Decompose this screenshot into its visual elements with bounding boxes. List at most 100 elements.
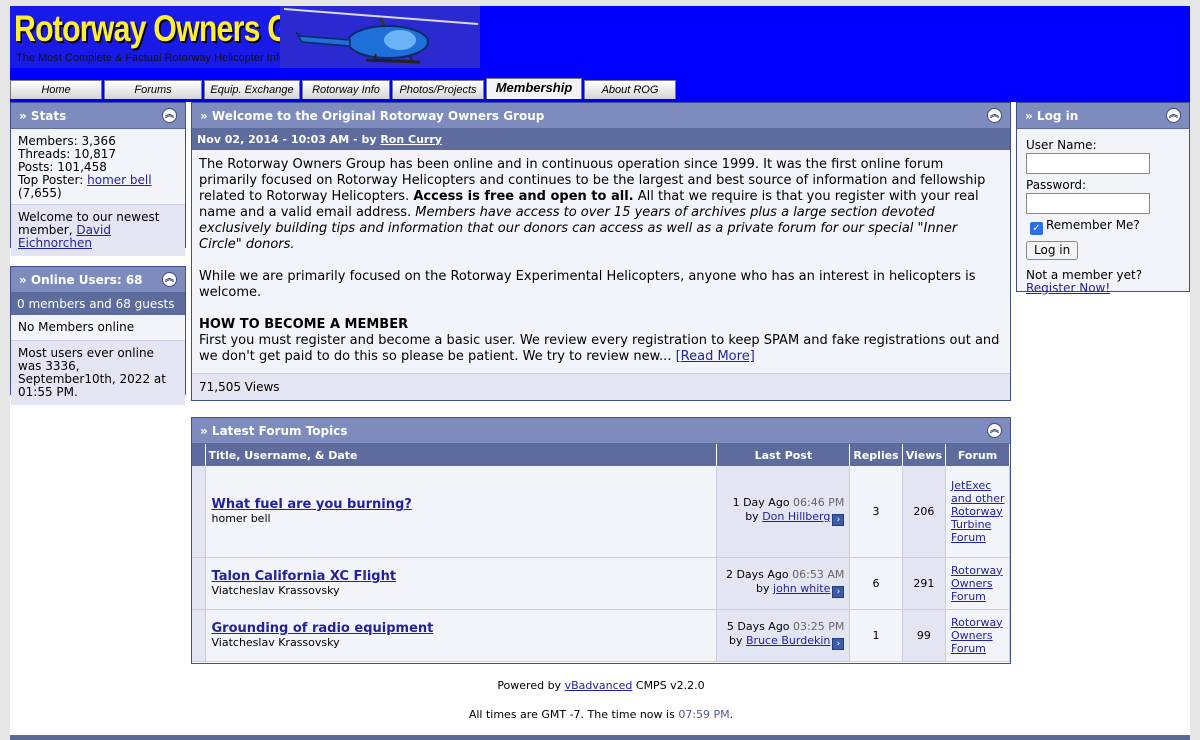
register-link[interactable]: Register Now! (1026, 281, 1110, 295)
forum-link[interactable]: Rotorway Owners Forum (951, 564, 1003, 603)
views-cell: 291 (902, 557, 947, 610)
replies-cell: 6 (849, 557, 903, 610)
time-notice: All times are GMT -7. The time now is 07… (191, 708, 1011, 721)
online-members-list: No Members online (11, 315, 185, 340)
window-frame-left (0, 0, 10, 740)
newest-member: Welcome to our newest member, David Eich… (11, 204, 185, 256)
vbadvanced-link[interactable]: vBadvanced (565, 679, 633, 692)
online-summary: 0 members and 68 guests (11, 293, 185, 315)
forum-cell: Rotorway Owners Forum (945, 609, 1010, 662)
topic-author: Viatcheslav Krassovsky (211, 636, 340, 649)
current-time: 07:59 PM (678, 708, 730, 721)
article-author-link[interactable]: Ron Curry (380, 133, 442, 146)
site-banner[interactable]: Rotorway Owners Group The Most Complete … (10, 6, 480, 68)
go-to-last-post-icon[interactable]: › (832, 586, 845, 598)
nav-tab-about-rog[interactable]: About ROG (584, 80, 676, 99)
header-views[interactable]: Views (902, 444, 947, 466)
helicopter-image (280, 6, 480, 68)
last-post-user-link[interactable]: john white (773, 582, 830, 595)
topic-author: homer bell (211, 512, 271, 526)
nav-tab-membership[interactable]: Membership (486, 78, 582, 99)
latest-topics-block: » Latest Forum Topics ︽ Title, Username,… (191, 417, 1011, 664)
topic-cell: Grounding of radio equipment Viatcheslav… (205, 609, 718, 662)
last-post-by: by (745, 510, 763, 524)
collapse-icon[interactable]: ︽ (987, 423, 1002, 438)
topic-title-link[interactable]: Grounding of radio equipment (212, 621, 434, 636)
main-nav: Home Forums Equip. Exchange Rotorway Inf… (10, 78, 678, 102)
nav-tab-home[interactable]: Home (10, 80, 102, 99)
stats-title: » Stats (19, 109, 67, 123)
header-replies[interactable]: Replies (849, 444, 903, 466)
timezone-text: All times are GMT -7. The time now is (468, 708, 679, 721)
header-last-post[interactable]: Last Post (716, 444, 851, 466)
topic-author: Viatcheslav Krassovsky (211, 584, 340, 597)
table-row: Grounding of radio equipment Viatcheslav… (192, 609, 1010, 662)
last-post-time: 06:53 AM (792, 568, 845, 581)
article-body: The Rotorway Owners Group has been onlin… (192, 150, 1010, 365)
online-record: Most users ever online was 3336, Septemb… (11, 340, 185, 405)
forum-link[interactable]: Rotorway Owners Forum (951, 616, 1003, 655)
top-poster-count: (7,655) (18, 186, 62, 200)
powered-by-text: Powered by (497, 679, 565, 692)
username-field[interactable] (1026, 153, 1150, 174)
last-post-day: 5 Days Ago (726, 620, 790, 633)
article-meta: Nov 02, 2014 - 10:03 AM - by Ron Curry (192, 129, 1010, 150)
login-form: User Name: Password: ✓ Remember Me? Log i… (1017, 129, 1189, 305)
collapse-icon[interactable]: ︽ (987, 108, 1002, 123)
views-cell: 99 (902, 609, 947, 662)
header-icon-col (192, 444, 206, 466)
collapse-icon[interactable]: ︽ (162, 272, 177, 287)
topic-title-link[interactable]: Talon California XC Flight (212, 569, 397, 584)
nav-tab-equip-exchange[interactable]: Equip. Exchange (204, 80, 300, 99)
collapse-icon[interactable]: ︽ (162, 108, 177, 123)
topic-title-link[interactable]: What fuel are you burning? (212, 497, 412, 512)
article-title: » Welcome to the Original Rotorway Owner… (200, 109, 545, 123)
article-text: First you must register and become a bas… (199, 333, 1000, 364)
powered-by-version: CMPS v2.2.0 (632, 679, 705, 692)
password-field[interactable] (1026, 193, 1150, 214)
go-to-last-post-icon[interactable]: › (832, 514, 845, 527)
online-users-header: » Online Users: 68 ︽ (11, 267, 185, 293)
last-post-by: by (756, 582, 774, 595)
topics-table-header: Title, Username, & Date Last Post Replie… (192, 444, 1010, 466)
login-title: » Log in (1025, 109, 1079, 123)
last-post-user-link[interactable]: Don Hillberg (762, 510, 830, 523)
go-to-last-post-icon[interactable]: › (832, 638, 845, 650)
last-post-cell: 2 Days Ago 06:53 AM by john white › (716, 557, 851, 610)
read-more-link[interactable]: [Read More] (676, 349, 755, 364)
article-views: 71,505 Views (192, 373, 1010, 400)
header-forum[interactable]: Forum (945, 444, 1010, 466)
top-poster-link[interactable]: homer bell (87, 173, 151, 187)
article-bold-text: Access is free and open to all. (413, 189, 634, 204)
last-post-day: 1 Day Ago (732, 496, 790, 510)
thread-status-icon (192, 557, 206, 610)
remember-me-checkbox[interactable]: ✓ (1030, 222, 1043, 235)
last-post-user-link[interactable]: Bruce Burdekin (746, 634, 830, 647)
last-post-day: 2 Days Ago (725, 568, 789, 581)
topic-cell: Talon California XC Flight Viatcheslav K… (205, 557, 718, 610)
login-block: » Log in ︽ User Name: Password: ✓ Remembe… (1016, 102, 1190, 295)
nav-tab-photos-projects[interactable]: Photos/Projects (392, 80, 484, 99)
window-frame-right (1190, 0, 1200, 740)
article-paragraph: While we are primarily focused on the Ro… (199, 269, 976, 300)
table-row: What fuel are you burning? homer bell 1 … (192, 466, 1010, 558)
login-button[interactable]: Log in (1026, 241, 1079, 260)
forum-link[interactable]: JetExec and other Rotorway Turbine Forum (951, 479, 1005, 544)
views-cell: 206 (902, 466, 947, 558)
collapse-icon[interactable]: ︽ (1166, 108, 1181, 123)
article-header: » Welcome to the Original Rotorway Owner… (192, 103, 1010, 129)
header-title[interactable]: Title, Username, & Date (205, 444, 718, 466)
topics-table: Title, Username, & Date Last Post Replie… (192, 444, 1010, 662)
last-post-time: 06:46 PM (793, 496, 845, 510)
article-paragraph: HOW TO BECOME A MEMBER First you must re… (199, 317, 1003, 365)
latest-topics-title: » Latest Forum Topics (200, 424, 348, 438)
timezone-end: . (729, 708, 734, 721)
nav-tab-rotorway-info[interactable]: Rotorway Info (302, 80, 390, 99)
last-post-time: 03:25 PM (793, 620, 845, 633)
site-header: Rotorway Owners Group The Most Complete … (10, 6, 1190, 102)
page-bottom-rule (10, 735, 1190, 740)
site-tagline: The Most Complete & Factual Rotorway Hel… (16, 52, 286, 64)
last-post-by: by (729, 634, 747, 647)
article-paragraph: The Rotorway Owners Group has been onlin… (199, 157, 1003, 253)
nav-tab-forums[interactable]: Forums (104, 80, 202, 99)
